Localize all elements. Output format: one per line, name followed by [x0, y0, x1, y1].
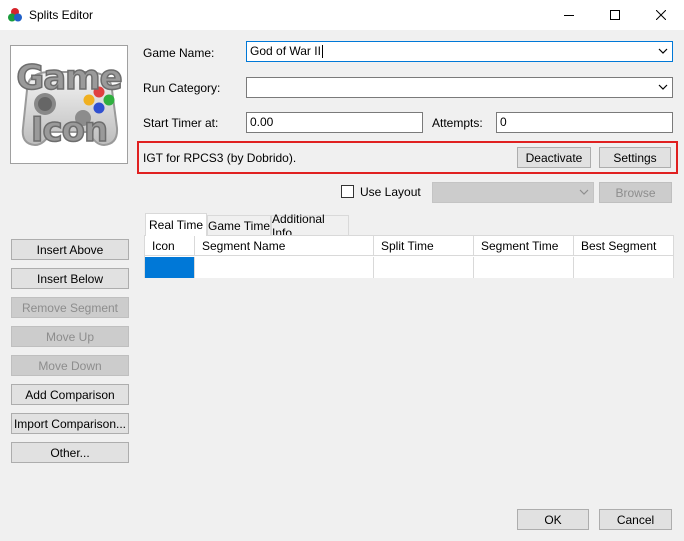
text-caret [322, 45, 323, 58]
game-name-label: Game Name: [143, 46, 214, 60]
start-timer-input[interactable]: 0.00 [246, 112, 423, 133]
chevron-down-icon[interactable] [658, 82, 668, 92]
column-header-segment-name[interactable]: Segment Name [195, 236, 374, 256]
cancel-button[interactable]: Cancel [599, 509, 672, 530]
autosplitter-description: IGT for RPCS3 (by Dobrido). [143, 151, 296, 165]
layout-path-combobox[interactable] [432, 182, 594, 203]
attempts-input[interactable]: 0 [496, 112, 673, 133]
start-timer-label: Start Timer at: [143, 116, 218, 130]
import-comparison-button[interactable]: Import Comparison... [11, 413, 129, 434]
tab-real-time[interactable]: Real Time [145, 213, 207, 236]
deactivate-button[interactable]: Deactivate [517, 147, 591, 168]
other-button[interactable]: Other... [11, 442, 129, 463]
close-icon [656, 10, 666, 20]
column-header-segment-time[interactable]: Segment Time [474, 236, 574, 256]
insert-below-button[interactable]: Insert Below [11, 268, 129, 289]
game-name-combobox[interactable]: God of War II [246, 41, 673, 62]
use-layout-label: Use Layout [360, 185, 421, 199]
segments-grid[interactable]: Icon Segment Name Split Time Segment Tim… [144, 235, 674, 278]
window-title: Splits Editor [29, 8, 93, 22]
attempts-label: Attempts: [432, 116, 483, 130]
add-comparison-button[interactable]: Add Comparison [11, 384, 129, 405]
chevron-down-icon[interactable] [658, 46, 668, 56]
split-time-cell[interactable] [374, 257, 474, 278]
title-bar[interactable]: Splits Editor [0, 0, 684, 30]
use-layout-checkbox[interactable] [341, 185, 354, 198]
tab-additional-info[interactable]: Additional Info [271, 215, 349, 235]
minimize-icon [564, 10, 574, 20]
game-icon-picture[interactable]: Game Icon [10, 45, 128, 164]
settings-button[interactable]: Settings [599, 147, 671, 168]
segment-name-cell[interactable] [195, 257, 374, 278]
game-icon-text-line1: Game [11, 58, 127, 98]
browse-button[interactable]: Browse [599, 182, 672, 203]
column-header-icon[interactable]: Icon [145, 236, 195, 256]
run-category-label: Run Category: [143, 81, 220, 95]
segment-time-cell[interactable] [474, 257, 574, 278]
move-down-button[interactable]: Move Down [11, 355, 129, 376]
run-category-combobox[interactable] [246, 77, 673, 98]
move-up-button[interactable]: Move Up [11, 326, 129, 347]
maximize-icon [610, 10, 620, 20]
tab-game-time[interactable]: Game Time [207, 215, 271, 235]
game-icon-text-line2: Icon [11, 110, 127, 150]
close-button[interactable] [638, 0, 684, 30]
column-header-best-segment[interactable]: Best Segment [574, 236, 673, 256]
game-name-value: God of War II [250, 44, 321, 58]
minimize-button[interactable] [546, 0, 592, 30]
ok-button[interactable]: OK [517, 509, 589, 530]
best-segment-cell[interactable] [574, 257, 673, 278]
segment-icon-cell-selected[interactable] [145, 257, 195, 278]
maximize-button[interactable] [592, 0, 638, 30]
remove-segment-button[interactable]: Remove Segment [11, 297, 129, 318]
insert-above-button[interactable]: Insert Above [11, 239, 129, 260]
livesplit-app-icon [7, 7, 23, 23]
column-header-split-time[interactable]: Split Time [374, 236, 474, 256]
chevron-down-icon [579, 187, 589, 197]
